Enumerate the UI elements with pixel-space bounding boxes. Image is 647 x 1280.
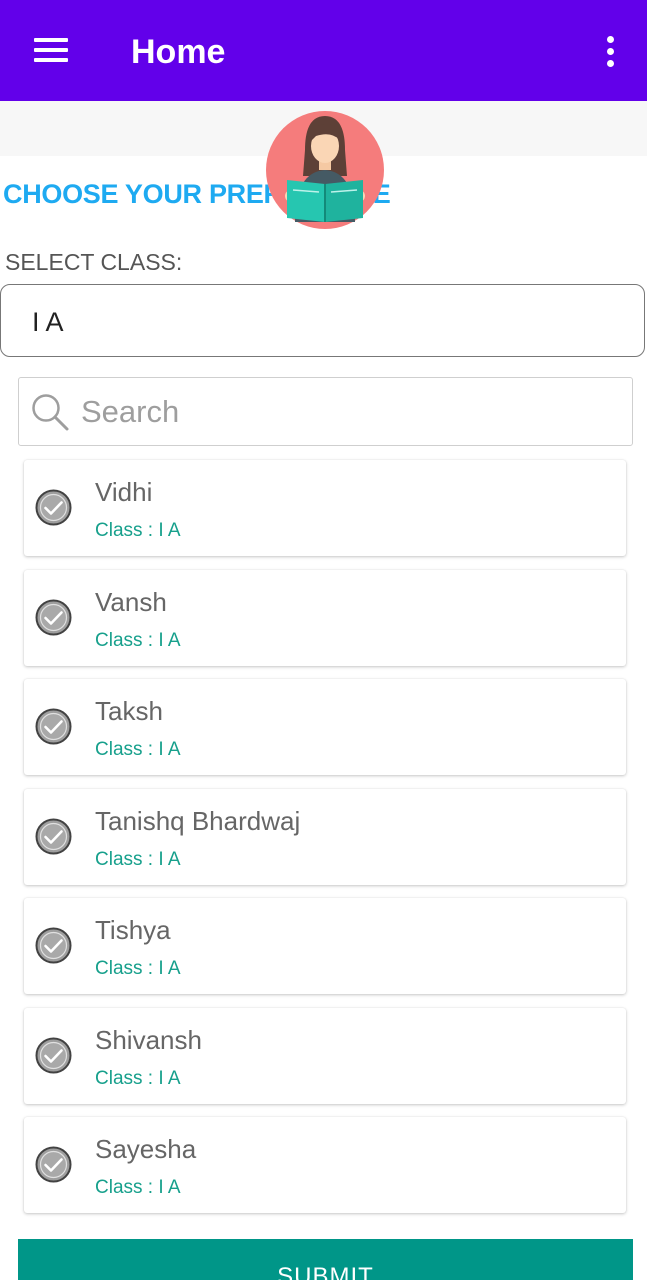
check-circle-icon[interactable] <box>35 1037 72 1074</box>
student-name: Sayesha <box>95 1134 197 1164</box>
check-circle-icon[interactable] <box>35 708 72 745</box>
select-class-label: SELECT CLASS: <box>5 249 183 275</box>
class-select-value: I A <box>32 307 64 337</box>
student-name: Shivansh <box>95 1024 202 1055</box>
app-bar: Home <box>0 0 647 101</box>
class-select-dropdown[interactable]: I A <box>0 284 645 357</box>
student-card[interactable]: Vidhi Class : I A <box>24 460 626 556</box>
check-circle-icon[interactable] <box>35 599 72 636</box>
student-list: Vidhi Class : I A Vansh Class : I A Taksh Cla… <box>24 460 626 1227</box>
student-card[interactable]: Vansh Class : I A <box>24 569 626 666</box>
student-name: Vidhi <box>95 477 153 507</box>
student-reading-avatar-icon <box>266 111 384 229</box>
check-circle-icon[interactable] <box>35 927 72 964</box>
search-icon <box>32 394 69 431</box>
student-name: Vansh <box>95 586 167 617</box>
check-circle-icon[interactable] <box>35 1146 72 1183</box>
student-card[interactable]: Tishya Class : I A <box>24 898 626 994</box>
student-class: Class : I A <box>95 520 181 541</box>
student-class: Class : I A <box>95 848 181 870</box>
student-class: Class : I A <box>95 1067 181 1089</box>
student-name: Tanishq Bhardwaj <box>95 805 301 836</box>
page-title: Home <box>131 33 226 71</box>
submit-label: SUBMIT <box>277 1263 374 1280</box>
hamburger-menu-icon[interactable] <box>34 38 68 64</box>
submit-button[interactable]: SUBMIT <box>18 1239 633 1280</box>
student-card[interactable]: Taksh Class : I A <box>24 679 626 775</box>
student-class: Class : I A <box>95 1177 181 1198</box>
student-name: Taksh <box>95 696 163 726</box>
more-vertical-icon[interactable] <box>604 36 616 68</box>
student-class: Class : I A <box>95 739 181 760</box>
student-card[interactable]: Shivansh Class : I A <box>24 1007 626 1104</box>
check-circle-icon[interactable] <box>35 818 72 855</box>
check-circle-icon[interactable] <box>35 489 72 526</box>
student-class: Class : I A <box>95 629 181 651</box>
student-name: Tishya <box>95 915 171 945</box>
student-card[interactable]: Tanishq Bhardwaj Class : I A <box>24 788 626 885</box>
search-input[interactable] <box>81 388 621 436</box>
student-class: Class : I A <box>95 958 181 979</box>
student-card[interactable]: Sayesha Class : I A <box>24 1117 626 1213</box>
search-bar[interactable] <box>18 377 633 446</box>
